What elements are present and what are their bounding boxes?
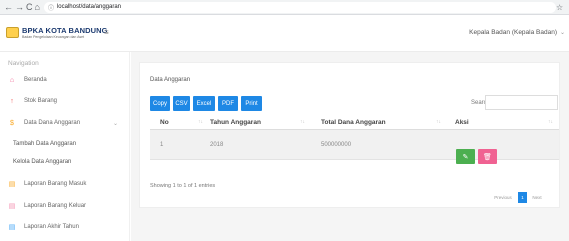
report-icon: ▤ bbox=[8, 180, 16, 188]
column-header-aksi[interactable]: Aksi bbox=[455, 119, 469, 126]
trash-icon: 🗑 bbox=[483, 153, 492, 161]
column-header-no[interactable]: No bbox=[160, 119, 169, 126]
sidebar-header: Navigation bbox=[8, 60, 39, 67]
search-input[interactable] bbox=[485, 95, 558, 110]
main-content: Data Anggaran Copy CSV Excel PDF Print S… bbox=[131, 52, 569, 241]
pagination: Previous 1 Next bbox=[488, 192, 547, 203]
table-info: Showing 1 to 1 of 1 entries bbox=[150, 183, 216, 189]
excel-button[interactable]: Excel bbox=[193, 96, 215, 111]
sidebar-item-laporan-barang-masuk[interactable]: ▤ Laporan Barang Masuk bbox=[0, 177, 130, 191]
sidebar-item-label: Beranda bbox=[24, 77, 47, 83]
chevron-down-icon[interactable]: ⌄ bbox=[560, 29, 565, 36]
sidebar-item-stok-barang[interactable]: ↑ Stok Barang bbox=[0, 94, 130, 108]
back-icon[interactable]: ← bbox=[4, 2, 13, 13]
delete-button[interactable]: 🗑 bbox=[478, 149, 497, 164]
address-text: localhost/data/anggaran bbox=[56, 4, 122, 10]
sidebar-item-label: Stok Barang bbox=[24, 98, 58, 104]
home-icon: ⌂ bbox=[9, 76, 15, 84]
browser-toolbar: ← → C ⌂ ⓘ localhost/data/anggaran ☆ ⋮ bbox=[0, 0, 569, 15]
pencil-icon: ✎ bbox=[462, 153, 469, 161]
card-title: Data Anggaran bbox=[150, 77, 191, 83]
cell-tahun-anggaran: 2018 bbox=[210, 142, 224, 148]
sidebar-item-label: Laporan Barang Masuk bbox=[24, 181, 87, 187]
pdf-button[interactable]: PDF bbox=[218, 96, 238, 111]
user-menu[interactable]: Kepala Badan (Kepala Badan) bbox=[469, 29, 557, 36]
sidebar-item-label: Laporan Barang Keluar bbox=[24, 203, 87, 209]
forward-icon[interactable]: → bbox=[15, 2, 24, 13]
sidebar-item-tambah-data-anggaran[interactable]: Tambah Data Anggaran bbox=[13, 141, 76, 147]
bookmark-star-icon[interactable]: ☆ bbox=[556, 3, 563, 12]
pagination-page-1[interactable]: 1 bbox=[518, 192, 527, 203]
cell-no: 1 bbox=[160, 142, 164, 148]
edit-button[interactable]: ✎ bbox=[456, 149, 475, 164]
brand-logo bbox=[6, 27, 19, 38]
pagination-previous[interactable]: Previous bbox=[488, 192, 518, 203]
sort-icon[interactable]: ↑↓ bbox=[436, 119, 441, 125]
arrow-up-icon: ↑ bbox=[10, 97, 14, 105]
hamburger-menu-icon[interactable]: ≡ bbox=[104, 28, 109, 37]
sidebar-item-laporan-akhir-tahun[interactable]: ▤ Laporan Akhir Tahun bbox=[0, 220, 130, 234]
sidebar-item-data-dana-anggaran[interactable]: $ Data Dana Anggaran ⌄ bbox=[0, 116, 130, 130]
sidebar: Navigation ⌂ Beranda ↑ Stok Barang $ Dat… bbox=[0, 52, 130, 241]
pagination-next[interactable]: Next bbox=[527, 192, 547, 203]
column-header-total-dana-anggaran[interactable]: Total Dana Anggaran bbox=[321, 119, 386, 126]
copy-button[interactable]: Copy bbox=[150, 96, 170, 111]
cell-total-dana-anggaran: 500000000 bbox=[321, 142, 352, 148]
brand-title[interactable]: BPKA KOTA BANDUNG bbox=[22, 26, 108, 35]
sort-icon[interactable]: ↑↓ bbox=[198, 119, 203, 125]
print-button[interactable]: Print bbox=[241, 96, 262, 111]
data-card: Data Anggaran Copy CSV Excel PDF Print S… bbox=[139, 62, 560, 208]
sidebar-item-label: Data Dana Anggaran bbox=[24, 120, 81, 126]
report-icon: ▤ bbox=[8, 223, 16, 231]
app-header: BPKA KOTA BANDUNG Badan Pengelolaan Keua… bbox=[0, 15, 569, 52]
address-bar[interactable]: ⓘ localhost/data/anggaran bbox=[43, 1, 556, 13]
reload-icon[interactable]: C bbox=[26, 2, 33, 13]
report-icon: ▤ bbox=[8, 202, 16, 210]
sort-icon[interactable]: ↑↓ bbox=[548, 119, 553, 125]
export-buttons: Copy CSV Excel PDF Print bbox=[150, 96, 262, 111]
sort-icon[interactable]: ↑↓ bbox=[300, 119, 305, 125]
brand-subtitle: Badan Pengelolaan Keuangan dan Aset bbox=[22, 35, 85, 39]
home-icon[interactable]: ⌂ bbox=[35, 2, 40, 13]
sidebar-item-beranda[interactable]: ⌂ Beranda bbox=[0, 73, 130, 87]
sidebar-item-laporan-barang-keluar[interactable]: ▤ Laporan Barang Keluar bbox=[0, 199, 130, 213]
column-header-tahun-anggaran[interactable]: Tahun Anggaran bbox=[210, 119, 261, 126]
csv-button[interactable]: CSV bbox=[173, 96, 190, 111]
sidebar-item-kelola-data-anggaran[interactable]: Kelola Data Anggaran bbox=[13, 159, 71, 165]
info-icon[interactable]: ⓘ bbox=[48, 3, 54, 12]
chevron-down-icon: ⌄ bbox=[112, 120, 118, 127]
sidebar-item-label: Laporan Akhir Tahun bbox=[24, 224, 79, 230]
dollar-icon: $ bbox=[10, 119, 14, 127]
